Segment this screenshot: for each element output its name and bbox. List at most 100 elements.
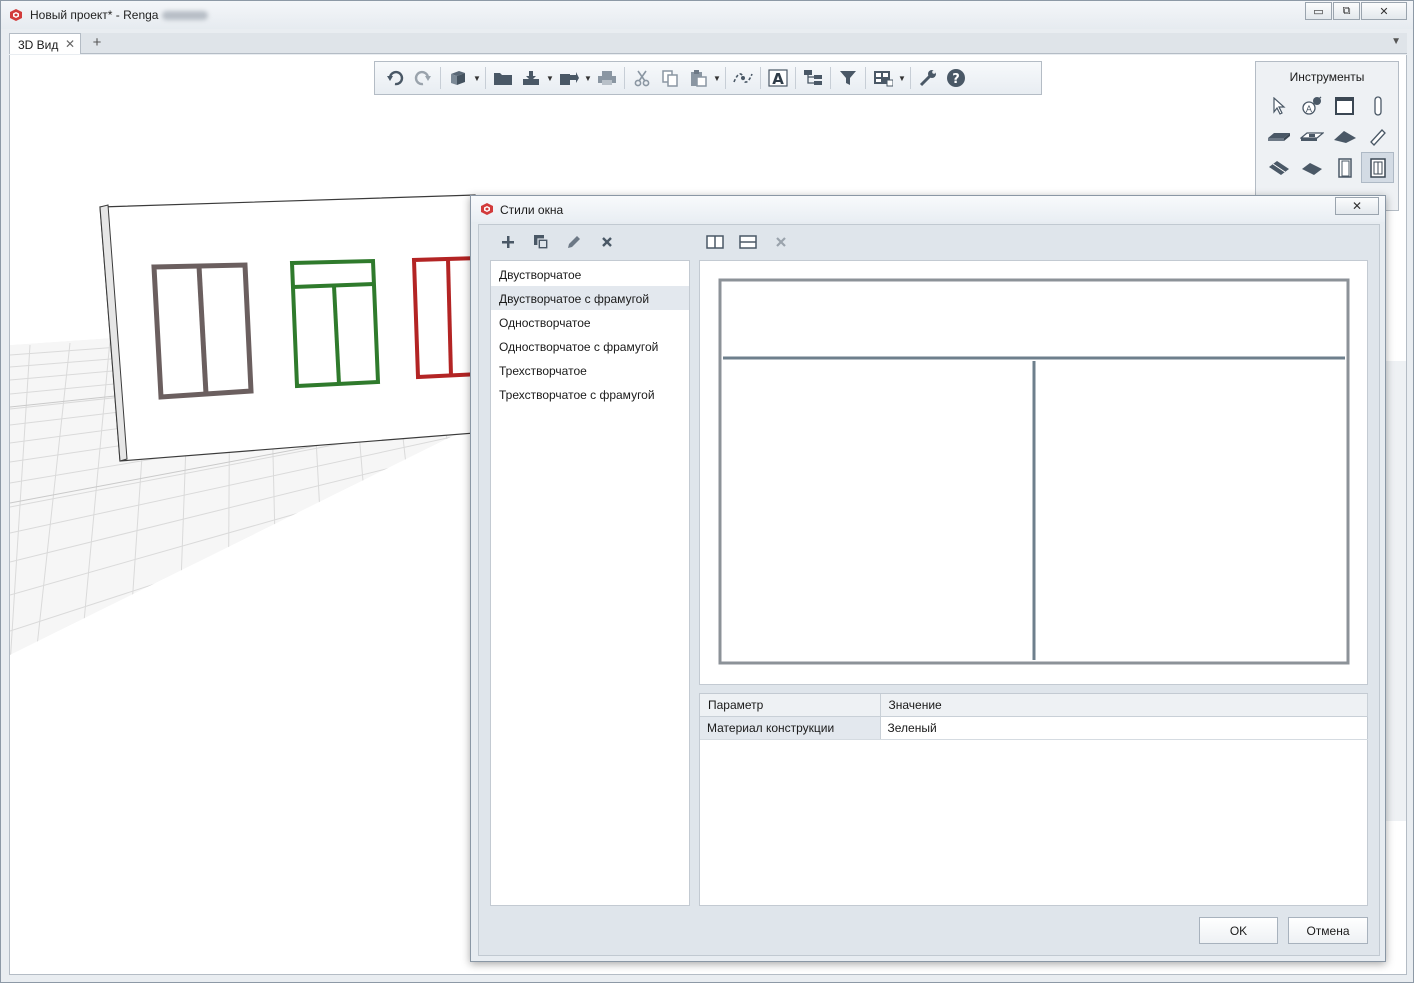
split-vertical-icon [705,235,724,249]
list-item-style[interactable]: Одностворчатое с фрамугой [491,334,689,358]
wall-tool[interactable] [1328,90,1361,121]
floor-tool[interactable] [1262,121,1295,152]
print-icon [598,71,616,85]
layout-icon [874,71,893,87]
copy-button[interactable] [656,65,684,91]
dialog-close-button[interactable]: ✕ [1335,197,1379,215]
wrench-icon [919,70,936,87]
plus-icon [501,236,514,248]
parameters-grid: Параметр Значение Материал конструкции З… [699,693,1368,906]
cube-icon [451,71,465,85]
minimize-button[interactable]: ▭ [1305,2,1332,20]
stair-tool[interactable] [1262,152,1295,183]
list-item-style[interactable]: Двустворчатое [491,262,689,286]
export-dropdown-arrow[interactable]: ▼ [583,74,593,83]
restore-button[interactable]: ⧉ [1333,2,1360,20]
param-value[interactable]: Зеленый [880,716,1368,740]
delete-style-button[interactable] [590,231,623,253]
toolbar-separator [910,67,911,89]
cut-button[interactable] [628,65,656,91]
wall-icon [1334,96,1354,115]
paste-button[interactable] [684,65,712,91]
list-item-style[interactable]: Трехстворчатое с фрамугой [491,382,689,406]
remove-split-button[interactable] [764,231,797,253]
filter-button[interactable] [834,65,862,91]
cancel-button[interactable]: Отмена [1288,917,1368,944]
window-preview[interactable] [699,260,1368,685]
roof-tool[interactable] [1328,121,1361,152]
list-item-style-selected[interactable]: Двустворчатое с фрамугой [491,286,689,310]
layout-button[interactable] [869,65,897,91]
tab-list-dropdown[interactable]: ▼ [1391,36,1401,47]
dialog-title-bar: Стили окна ✕ [471,196,1385,222]
column-icon [1373,95,1382,116]
export-button[interactable] [555,65,583,91]
styles-list: Двустворчатое Двустворчатое с фрамугой О… [490,260,690,906]
edit-style-button[interactable] [557,231,590,253]
save-dropdown-arrow[interactable]: ▼ [545,74,555,83]
help-button[interactable]: ? [942,65,970,91]
clipboard-icon [691,70,707,87]
print-button[interactable] [593,65,621,91]
axis-tool[interactable]: A [1295,90,1328,121]
list-item-style[interactable]: Трехстворчатое [491,358,689,382]
ramp-tool[interactable] [1295,152,1328,183]
beam-tool[interactable] [1361,121,1394,152]
tab-3d-view[interactable]: 3D Вид ✕ [9,33,81,54]
properties-panel-edge [1384,361,1406,821]
list-item-style[interactable]: Одностворчатое [491,310,689,334]
view-cube-button[interactable] [444,65,472,91]
undo-icon [387,70,404,86]
styles-toolbar [491,231,623,253]
blurred-text [162,11,209,21]
save-button[interactable] [517,65,545,91]
tab-close-icon[interactable]: ✕ [65,37,75,51]
opening-tool[interactable] [1295,121,1328,152]
paste-dropdown-arrow[interactable]: ▼ [712,74,722,83]
window-title: Новый проект* - Renga [30,8,209,22]
open-project-button[interactable] [489,65,517,91]
tools-panel-title: Инструменты [1289,70,1365,84]
split-vertical-button[interactable] [698,231,731,253]
column-tool[interactable] [1361,90,1394,121]
text-a-icon: A [768,69,788,87]
hierarchy-button[interactable] [799,65,827,91]
window-tool[interactable] [1361,152,1394,183]
toolbar-separator [440,67,441,89]
settings-button[interactable] [914,65,942,91]
door-tool[interactable] [1328,152,1361,183]
close-button[interactable]: ✕ [1361,2,1407,20]
text-style-button[interactable]: A [764,65,792,91]
toolbar-separator [760,67,761,89]
add-style-button[interactable] [491,231,524,253]
duplicate-icon [533,235,549,250]
split-horizontal-button[interactable] [731,231,764,253]
copy-icon [662,70,678,87]
dialog-title: Стили окна [500,203,564,217]
beam-icon [1369,128,1386,146]
snap-button[interactable] [729,65,757,91]
svg-text:A: A [772,70,784,87]
toolbar-separator [485,67,486,89]
duplicate-style-button[interactable] [524,231,557,253]
dialog-body: Двустворчатое Двустворчатое с фрамугой О… [478,224,1380,956]
tools-grid: A [1262,90,1394,183]
remove-x-icon [775,237,786,247]
select-tool[interactable] [1262,90,1295,121]
toolbar-separator [624,67,625,89]
floor-icon [1267,132,1290,141]
layout-dropdown-arrow[interactable]: ▼ [897,74,907,83]
app-window: Новый проект* - Renga ▭ ⧉ ✕ 3D Вид ✕ + ▼ [0,0,1414,983]
ok-button[interactable]: OK [1199,917,1278,944]
redo-button[interactable] [409,65,437,91]
renga-logo-icon [10,9,22,21]
view-dropdown-arrow[interactable]: ▼ [472,74,482,83]
value-column-header: Значение [880,694,1368,717]
add-tab-button[interactable]: + [87,34,107,52]
undo-button[interactable] [381,65,409,91]
table-row[interactable]: Материал конструкции Зеленый [700,716,1368,740]
hierarchy-icon [804,70,822,85]
tab-label: 3D Вид [18,38,59,52]
window-controls: ▭ ⧉ ✕ [1305,2,1407,20]
toolbar-separator [865,67,866,89]
